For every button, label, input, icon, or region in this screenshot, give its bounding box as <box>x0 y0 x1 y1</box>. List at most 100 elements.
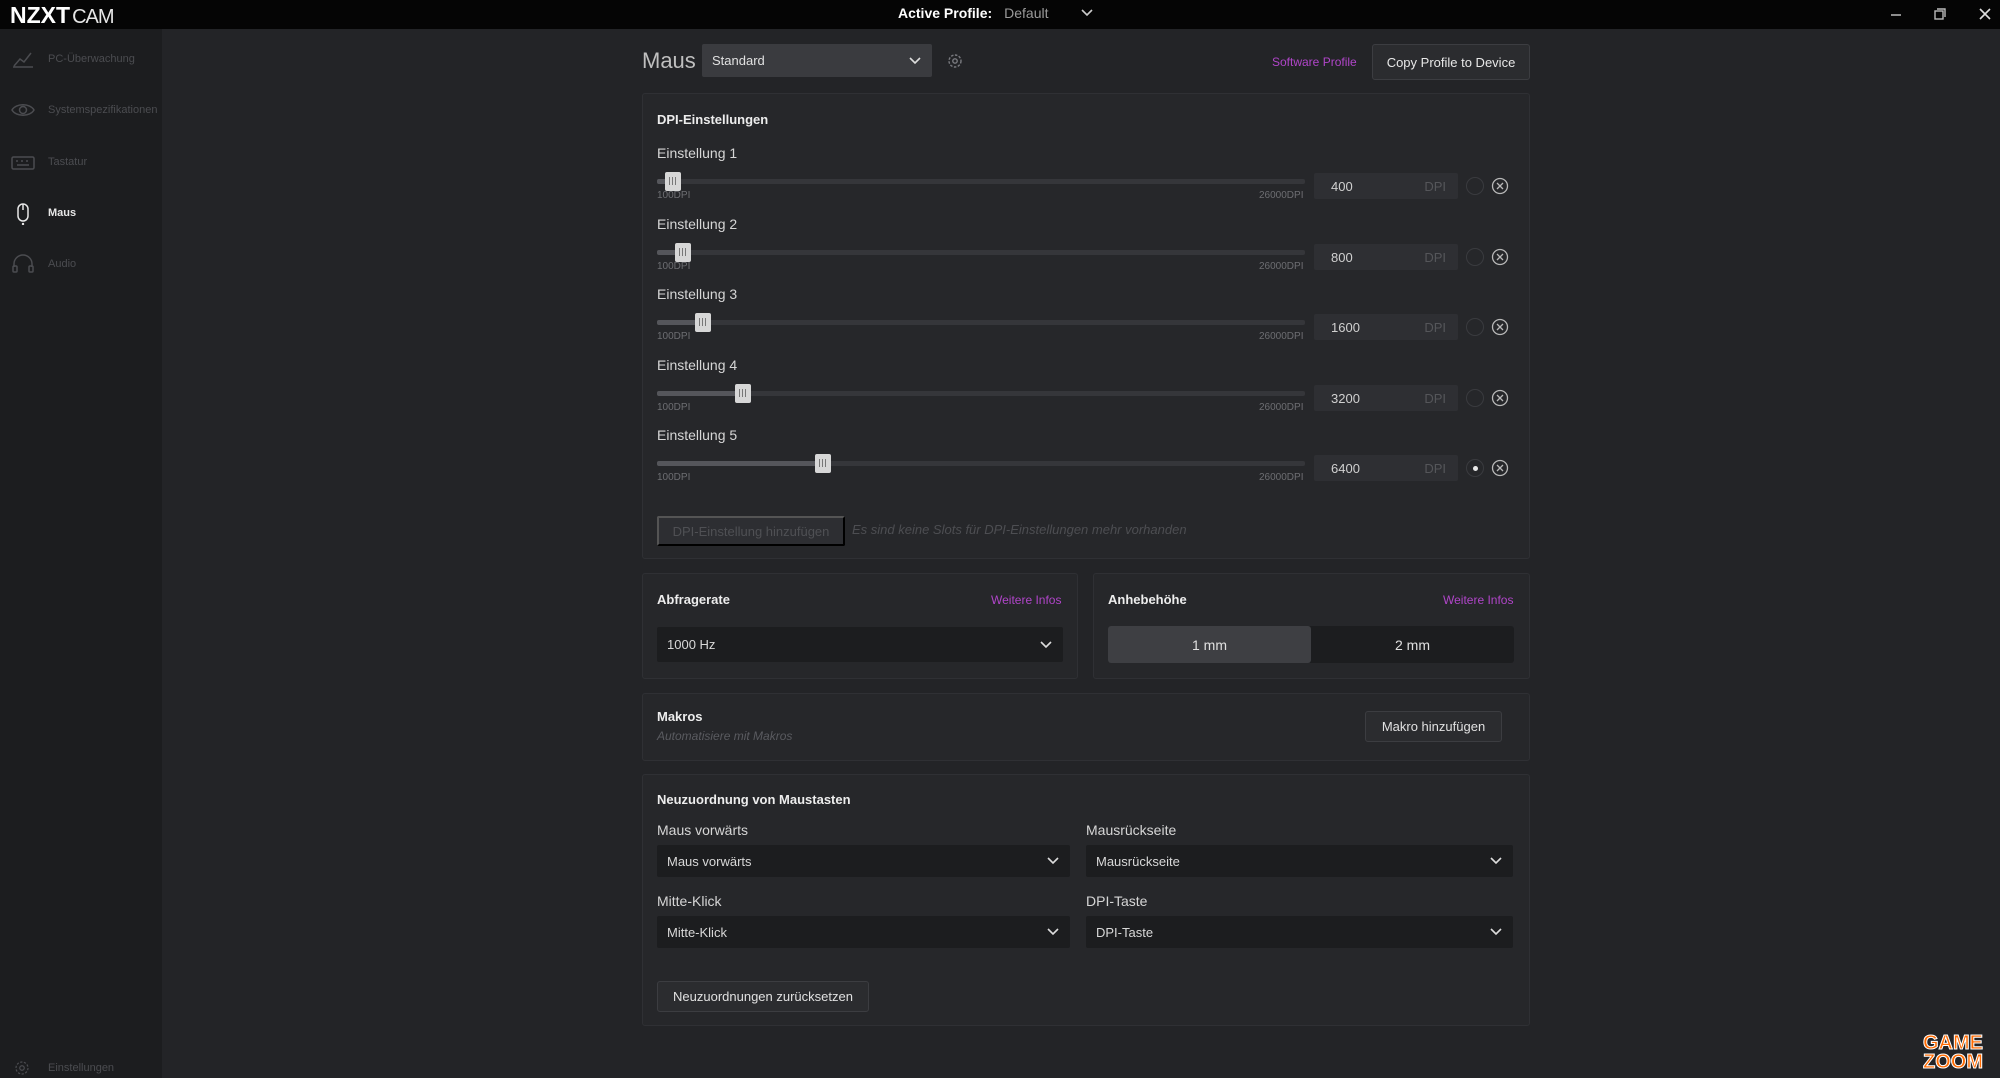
headset-icon <box>12 254 34 273</box>
dpi-min-label: 100DPI <box>657 331 691 342</box>
dpi-setting-label: Einstellung 3 <box>657 286 738 302</box>
sidebar-item-pc-monitoring[interactable]: PC-Überwachung <box>0 39 162 79</box>
macros-title: Makros <box>657 709 703 724</box>
dpi-slider-handle[interactable] <box>815 454 831 473</box>
copy-profile-button[interactable]: Copy Profile to Device <box>1372 44 1530 80</box>
logo-product: CAM <box>72 6 114 28</box>
dpi-slider[interactable] <box>657 454 1305 473</box>
add-macro-button[interactable]: Makro hinzufügen <box>1365 711 1502 742</box>
profile-select[interactable]: Standard <box>702 44 932 77</box>
sidebar-item-label: Einstellungen <box>48 1062 115 1074</box>
dpi-max-label: 26000DPI <box>1259 190 1304 201</box>
dpi-slider[interactable] <box>657 172 1305 191</box>
dpi-value: 800 <box>1331 249 1353 265</box>
dpi-slider-handle[interactable] <box>735 384 751 403</box>
page-title: Maus <box>642 48 696 73</box>
dpi-min-label: 100DPI <box>657 402 691 413</box>
chevron-down-icon <box>1040 641 1052 649</box>
polling-rate-select[interactable]: 1000 Hz <box>657 627 1063 662</box>
remove-circle-icon[interactable] <box>1491 318 1509 336</box>
dpi-value: 3200 <box>1331 390 1360 406</box>
gamezoom-watermark: GAME ZOOM <box>1910 1033 1996 1076</box>
remap-label-back: Mausrückseite <box>1086 822 1177 838</box>
remap-label-middle: Mitte-Klick <box>657 893 722 909</box>
active-profile-value: Default <box>1004 5 1049 21</box>
remap-label-forward: Maus vorwärts <box>657 822 749 838</box>
polling-rate-panel <box>642 573 1078 679</box>
macros-subtitle: Automatisiere mit Makros <box>657 729 793 743</box>
dpi-active-radio[interactable] <box>1466 459 1484 477</box>
dpi-unit: DPI <box>1424 460 1446 476</box>
polling-more-info-link[interactable]: Weitere Infos <box>991 593 1061 607</box>
dpi-value-input[interactable]: 6400 DPI <box>1314 455 1458 481</box>
no-slots-message: Es sind keine Slots für DPI-Einstellunge… <box>852 522 1187 537</box>
dpi-unit: DPI <box>1424 249 1446 265</box>
remap-value-forward: Maus vorwärts <box>667 853 752 869</box>
remap-select-back[interactable]: Mausrückseite <box>1086 845 1513 877</box>
gear-icon <box>15 1061 29 1075</box>
chevron-down-icon <box>1490 928 1502 936</box>
lift-option-1mm[interactable]: 1 mm <box>1108 626 1311 663</box>
remap-value-back: Mausrückseite <box>1096 853 1180 869</box>
dpi-slider-handle[interactable] <box>695 313 711 332</box>
dpi-active-radio[interactable] <box>1466 389 1484 407</box>
lift-more-info-link[interactable]: Weitere Infos <box>1443 593 1513 607</box>
profile-select-value: Standard <box>712 53 765 68</box>
dpi-setting-label: Einstellung 4 <box>657 357 738 373</box>
dpi-max-label: 26000DPI <box>1259 331 1304 342</box>
minimize-icon[interactable] <box>1885 4 1907 24</box>
app-logo: NZXT CAM <box>10 2 115 29</box>
dpi-min-label: 100DPI <box>657 472 691 483</box>
remap-select-forward[interactable]: Maus vorwärts <box>657 845 1070 877</box>
dpi-value: 400 <box>1331 178 1353 194</box>
remove-circle-icon[interactable] <box>1491 459 1509 477</box>
dpi-value-input[interactable]: 800 DPI <box>1314 244 1458 270</box>
logo-brand: NZXT <box>10 2 71 28</box>
dpi-slider[interactable] <box>657 243 1305 262</box>
lift-option-2mm[interactable]: 2 mm <box>1311 626 1514 663</box>
dpi-slider[interactable] <box>657 313 1305 332</box>
close-icon[interactable] <box>1974 4 1996 24</box>
remap-value-middle: Mitte-Klick <box>667 924 727 940</box>
remove-circle-icon[interactable] <box>1491 389 1509 407</box>
chevron-down-icon <box>1047 857 1059 865</box>
remap-select-dpi[interactable]: DPI-Taste <box>1086 916 1513 948</box>
dpi-value-input[interactable]: 1600 DPI <box>1314 314 1458 340</box>
sidebar: PC-Überwachung Systemspezifikationen Tas… <box>0 29 162 1078</box>
polling-rate-title: Abfragerate <box>657 592 730 607</box>
dpi-slider[interactable] <box>657 384 1305 403</box>
dpi-active-radio[interactable] <box>1466 318 1484 336</box>
sidebar-item-keyboard[interactable]: Tastatur <box>0 142 162 182</box>
restore-icon[interactable] <box>1929 4 1951 24</box>
dpi-unit: DPI <box>1424 319 1446 335</box>
remove-circle-icon[interactable] <box>1491 248 1509 266</box>
sidebar-item-system-specs[interactable]: Systemspezifikationen <box>0 90 162 130</box>
title-bar: NZXT CAM Active Profile: Default <box>0 0 2000 29</box>
software-profile-link[interactable]: Software Profile <box>1272 55 1357 69</box>
sidebar-item-mouse[interactable]: Maus <box>0 193 162 233</box>
gear-icon[interactable] <box>946 52 964 70</box>
sidebar-item-settings[interactable]: Einstellungen <box>0 1058 162 1078</box>
lift-off-title: Anhebehöhe <box>1108 592 1187 607</box>
reset-remap-button[interactable]: Neuzuordnungen zurücksetzen <box>657 981 869 1012</box>
dpi-active-radio[interactable] <box>1466 177 1484 195</box>
dpi-value: 6400 <box>1331 460 1360 476</box>
remove-circle-icon[interactable] <box>1491 177 1509 195</box>
dpi-setting-label: Einstellung 1 <box>657 145 738 161</box>
dpi-active-radio[interactable] <box>1466 248 1484 266</box>
dpi-max-label: 26000DPI <box>1259 261 1304 272</box>
sidebar-item-audio[interactable]: Audio <box>0 244 162 284</box>
active-profile-selector[interactable]: Active Profile: Default <box>898 5 1096 21</box>
dpi-max-label: 26000DPI <box>1259 472 1304 483</box>
dpi-value-input[interactable]: 400 DPI <box>1314 173 1458 199</box>
dpi-slider-handle[interactable] <box>675 243 691 262</box>
keyboard-icon <box>11 156 35 170</box>
dpi-slider-handle[interactable] <box>665 172 681 191</box>
dpi-min-label: 100DPI <box>657 261 691 272</box>
dpi-value-input[interactable]: 3200 DPI <box>1314 385 1458 411</box>
dpi-settings-title: DPI-Einstellungen <box>657 112 769 127</box>
chevron-down-icon <box>1490 857 1502 865</box>
remap-select-middle[interactable]: Mitte-Klick <box>657 916 1070 948</box>
chevron-down-icon <box>909 57 921 65</box>
add-dpi-setting-button[interactable]: DPI-Einstellung hinzufügen <box>657 516 845 546</box>
